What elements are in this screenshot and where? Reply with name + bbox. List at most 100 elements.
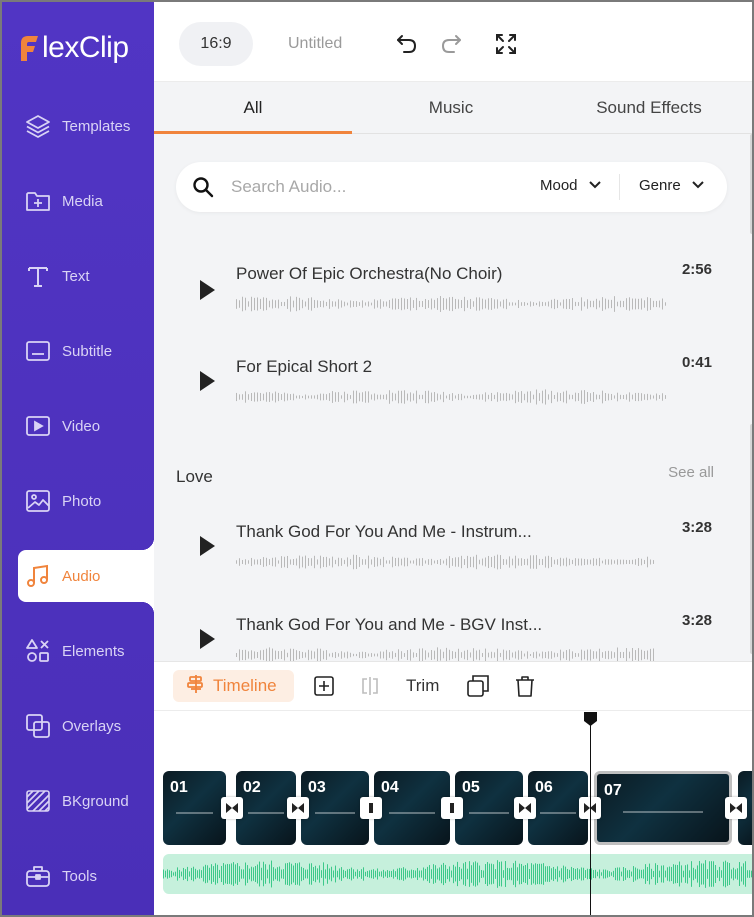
timeline-clip[interactable]: 04 xyxy=(374,771,450,845)
waveform[interactable] xyxy=(236,552,656,572)
sidebar-item-label: Photo xyxy=(62,492,102,510)
redo-icon[interactable] xyxy=(438,30,466,58)
sidebar-item-label: Overlays xyxy=(62,717,122,735)
clip-number: 07 xyxy=(604,782,622,799)
sidebar-item-label: Templates xyxy=(62,117,131,135)
aspect-ratio-button[interactable]: 16:9 xyxy=(179,22,253,66)
track-duration: 2:56 xyxy=(681,261,712,278)
audio-tabs: All Music Sound Effects xyxy=(154,82,752,134)
track-title: Thank God For You And Me - Instrum... xyxy=(236,522,532,541)
transition-icon[interactable] xyxy=(360,797,382,819)
track-title: Thank God For You and Me - BGV Inst... xyxy=(236,615,543,634)
timeline-icon xyxy=(187,674,205,699)
background-icon xyxy=(24,787,52,815)
sidebar-item-video[interactable]: Video xyxy=(18,400,154,452)
folder-plus-icon xyxy=(24,187,52,215)
duplicate-icon[interactable] xyxy=(466,674,490,698)
sidebar-item-tools[interactable]: Tools xyxy=(18,850,154,902)
timeline-label: Timeline xyxy=(213,676,277,695)
sidebar-item-audio[interactable]: Audio xyxy=(18,538,154,614)
sidebar-item-text[interactable]: Text xyxy=(18,250,154,302)
split-icon[interactable] xyxy=(358,674,382,698)
audio-list-item[interactable]: For Epical Short 2 0:41 xyxy=(154,345,752,435)
flexclip-logo[interactable]: lexClip xyxy=(18,28,129,68)
transition-icon[interactable] xyxy=(221,797,243,819)
audio-list-item[interactable]: Power Of Epic Orchestra(No Choir) 2:56 xyxy=(154,252,752,342)
waveform[interactable] xyxy=(236,645,656,661)
genre-dropdown[interactable]: Genre xyxy=(639,177,705,194)
audio-list-item[interactable]: Thank God For You And Me - Instrum... 3:… xyxy=(154,510,752,600)
sidebar-item-media[interactable]: Media xyxy=(18,175,154,227)
sidebar-item-label: Text xyxy=(62,267,90,285)
music-icon xyxy=(24,562,52,590)
see-all-link[interactable]: See all xyxy=(668,464,714,481)
clip-number: 02 xyxy=(243,779,261,796)
fullscreen-icon[interactable] xyxy=(492,30,520,58)
search-icon xyxy=(192,176,214,203)
genre-label: Genre xyxy=(639,177,681,194)
clip-thumbnail-detail xyxy=(248,811,284,814)
app-window: lexClip Templates Media Text Subtitle Vi… xyxy=(0,0,754,917)
timeline-button[interactable]: Timeline xyxy=(173,670,294,702)
panel-scrollbar[interactable] xyxy=(750,424,752,654)
subtitle-icon xyxy=(24,337,52,365)
undo-icon[interactable] xyxy=(392,30,420,58)
timeline-clip-selected[interactable]: 07 xyxy=(594,771,732,845)
track-duration: 3:28 xyxy=(681,519,712,536)
timeline-clip[interactable]: 03 xyxy=(301,771,369,845)
sidebar-item-label: Tools xyxy=(62,867,98,885)
layers-icon xyxy=(24,112,52,140)
sidebar-item-templates[interactable]: Templates xyxy=(18,100,154,152)
clip-number: 05 xyxy=(462,779,480,796)
play-icon[interactable] xyxy=(198,628,218,650)
logo-f-icon xyxy=(21,36,38,61)
transition-icon[interactable] xyxy=(725,797,747,819)
search-input[interactable]: Search Audio... xyxy=(231,177,346,197)
audio-list-item[interactable]: Thank God For You and Me - BGV Inst... 3… xyxy=(154,603,752,661)
sidebar-item-bkground[interactable]: BKground xyxy=(18,775,154,827)
sidebar-item-photo[interactable]: Photo xyxy=(18,475,154,527)
sidebar-item-label: Subtitle xyxy=(62,342,113,360)
tab-music[interactable]: Music xyxy=(352,82,550,134)
timeline-clip[interactable]: 01 xyxy=(163,771,226,845)
delete-icon[interactable] xyxy=(513,674,537,698)
trim-button[interactable]: Trim xyxy=(406,676,439,696)
mood-dropdown[interactable]: Mood xyxy=(540,177,602,194)
toolbox-icon xyxy=(24,862,52,890)
sidebar-item-label: Video xyxy=(62,417,101,435)
timeline-clip[interactable]: 05 xyxy=(455,771,523,845)
clip-number: 04 xyxy=(381,779,399,796)
play-icon[interactable] xyxy=(198,535,218,557)
overlays-icon xyxy=(24,712,52,740)
audio-track[interactable] xyxy=(163,854,752,894)
sidebar: lexClip Templates Media Text Subtitle Vi… xyxy=(2,2,154,915)
transition-icon[interactable] xyxy=(287,797,309,819)
clip-thumbnail-detail xyxy=(389,811,435,814)
transition-icon[interactable] xyxy=(514,797,536,819)
top-bar: 16:9 Untitled xyxy=(154,2,752,82)
play-icon[interactable] xyxy=(198,370,218,392)
tab-sound-effects[interactable]: Sound Effects xyxy=(550,82,748,134)
audio-track-waveform xyxy=(163,860,752,888)
chevron-down-icon xyxy=(588,177,602,194)
panel-scrollbar[interactable] xyxy=(750,134,752,234)
playhead-handle[interactable] xyxy=(583,711,598,727)
tab-all[interactable]: All xyxy=(154,82,352,134)
play-icon[interactable] xyxy=(198,279,218,301)
clip-thumbnail-detail xyxy=(540,811,576,814)
waveform[interactable] xyxy=(236,387,666,407)
playhead[interactable] xyxy=(590,719,591,915)
filter-divider xyxy=(619,174,620,200)
clip-thumbnail-detail xyxy=(468,811,510,814)
waveform[interactable] xyxy=(236,294,666,314)
add-icon[interactable] xyxy=(312,674,336,698)
audio-panel: Search Audio... Mood Genre Power Of Epic… xyxy=(154,134,752,661)
transition-icon[interactable] xyxy=(441,797,463,819)
sidebar-item-subtitle[interactable]: Subtitle xyxy=(18,325,154,377)
sidebar-item-overlays[interactable]: Overlays xyxy=(18,700,154,752)
video-icon xyxy=(24,412,52,440)
sidebar-item-label: Audio xyxy=(62,567,101,585)
sidebar-item-elements[interactable]: Elements xyxy=(18,625,154,677)
project-title[interactable]: Untitled xyxy=(288,35,342,53)
sidebar-item-label: Elements xyxy=(62,642,125,660)
